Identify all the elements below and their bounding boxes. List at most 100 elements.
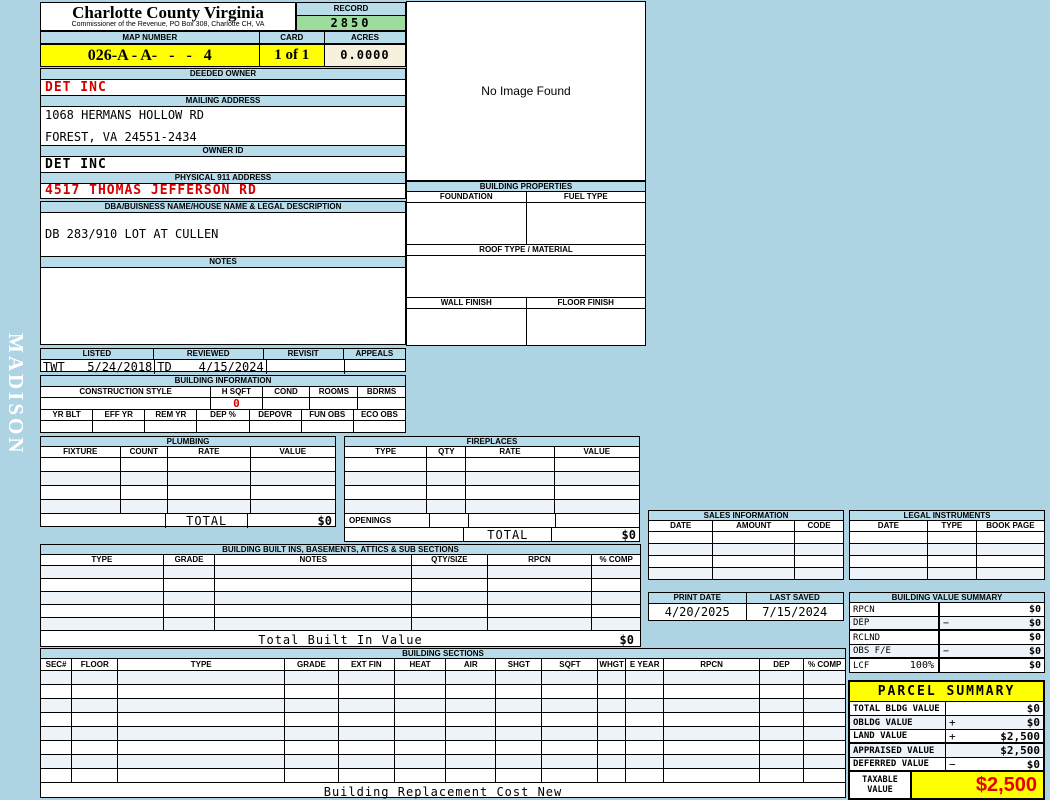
obs-row: OBS F/E − $0 [850, 645, 1044, 659]
construction-style-value [41, 398, 212, 409]
land-value-value: $2,500 [1000, 729, 1040, 743]
openings-row: OPENINGS [345, 514, 639, 528]
building-properties-panel: BUILDING PROPERTIES FOUNDATION FUEL TYPE… [406, 181, 646, 346]
sales-panel: SALES INFORMATION DATE AMOUNT CODE [648, 510, 844, 580]
obs-value: $0 [1028, 645, 1041, 657]
last-saved-value: 7/15/2024 [762, 605, 828, 619]
obldg-op: + [949, 716, 956, 729]
bs-heat-header: HEAT [395, 659, 447, 670]
bs-rpcn-header: RPCN [664, 659, 760, 670]
map-number-value: 026-A - A- - - 4 [41, 45, 260, 66]
legal-type-header: TYPE [928, 521, 977, 531]
appraised-label: APPRAISED VALUE [853, 745, 935, 756]
roof-type-value [407, 256, 645, 298]
appraised-value: $2,500 [1000, 744, 1040, 757]
building-sections-header: BUILDING SECTIONS [41, 649, 845, 659]
lcf-row: LCF 100% $0 [850, 659, 1044, 672]
fireplaces-total-row: TOTAL $0 [345, 528, 639, 542]
notes-area [41, 268, 405, 344]
built-ins-total-label: Total Built In Value [258, 633, 423, 647]
bi-rpcn-header: RPCN [488, 555, 593, 565]
lcf-pct: 100% [909, 660, 934, 671]
acres-label: ACRES [350, 33, 379, 42]
bs-sqft-header: SQFT [542, 659, 599, 670]
built-ins-total-row: Total Built In Value $0 [41, 631, 640, 647]
hsqft-header: H SQFT [211, 387, 263, 397]
depovr-value [250, 421, 302, 432]
mailing-address-header: MAILING ADDRESS [41, 96, 405, 107]
yrblt-value [41, 421, 94, 432]
bi-type-header: TYPE [41, 555, 164, 565]
card-value: 1 of 1 [259, 45, 325, 66]
fuel-type-value [527, 203, 646, 244]
deeded-owner-header: DEEDED OWNER [41, 69, 405, 80]
building-info-header: BUILDING INFORMATION [41, 376, 405, 387]
dep-value: $0 [1028, 617, 1041, 629]
owner-id-header: OWNER ID [41, 146, 405, 157]
plumbing-panel: PLUMBING FIXTURE COUNT RATE VALUE TOTAL … [40, 436, 336, 528]
bs-floor-header: FLOOR [72, 659, 119, 670]
bi-grade-header: GRADE [164, 555, 216, 565]
land-value-op: + [949, 729, 956, 743]
appraised-row: APPRAISED VALUE $2,500 [850, 744, 1043, 758]
reviewed-value: TD 4/15/2024 [155, 360, 267, 374]
owner-panel: DEEDED OWNER DET INC MAILING ADDRESS 106… [40, 68, 406, 199]
appeals-header: APPEALS [355, 349, 394, 358]
physical-address-value: 4517 THOMAS JEFFERSON RD [45, 183, 257, 198]
obldg-label: OBLDG VALUE [853, 717, 913, 728]
obs-label: OBS F/E [853, 646, 891, 656]
listed-by: TWT [43, 360, 65, 374]
legal-description-panel: DBA/BUISNESS NAME/HOUSE NAME & LEGAL DES… [40, 201, 406, 345]
deeded-owner-value: DET INC [41, 80, 405, 96]
revisit-value [267, 360, 346, 374]
effyr-value [93, 421, 146, 432]
parcel-summary-header: PARCEL SUMMARY [850, 682, 1043, 702]
record-value: 2850 [297, 16, 405, 30]
taxable-value: $2,500 [912, 772, 1043, 798]
bs-sec-header: SEC# [41, 659, 73, 670]
building-sections-panel: BUILDING SECTIONS SEC# FLOOR TYPE GRADE … [40, 648, 846, 799]
cond-value [263, 398, 311, 409]
construction-style-header: CONSTRUCTION STYLE [41, 387, 212, 397]
replacement-cost-label: Building Replacement Cost New [323, 785, 563, 799]
sales-empty-rows [649, 532, 843, 579]
lcf-label: LCF [853, 660, 870, 671]
record-label: RECORD [297, 3, 405, 16]
review-panel: LISTED REVIEWED REVISIT APPEALS TWT 5/24… [40, 348, 406, 374]
bs-grade-header: GRADE [285, 659, 339, 670]
bs-eyear-header: E YEAR [626, 659, 665, 670]
rclnd-row: RCLND $0 [850, 631, 1044, 645]
obldg-value: $0 [1026, 716, 1040, 729]
map-value-row: 026-A - A- - - 4 1 of 1 0.0000 [40, 44, 406, 67]
print-date-header: PRINT DATE [649, 593, 747, 603]
rpcn-label: RPCN [853, 604, 875, 615]
bs-dep-header: DEP [760, 659, 805, 670]
appeals-value [345, 360, 405, 374]
owner-id-value: DET INC [41, 157, 405, 173]
value-header: VALUE [279, 447, 307, 456]
plumbing-total-label: TOTAL [166, 514, 249, 528]
wall-finish-header: WALL FINISH [407, 298, 527, 308]
wall-floor-values [407, 309, 645, 345]
funobs-value [302, 421, 354, 432]
total-bldg-value: $0 [1026, 702, 1040, 715]
yrblt-header: YR BLT [41, 410, 94, 420]
reviewed-header: REVIEWED [154, 349, 264, 359]
dates-panel: PRINT DATE LAST SAVED 4/20/2025 7/15/202… [648, 592, 844, 621]
legal-panel: LEGAL INSTRUMENTS DATE TYPE BOOK PAGE [849, 510, 1045, 580]
acres-value: 0.0000 [324, 45, 405, 66]
deferred-op: − [949, 757, 956, 771]
value-summary-panel: BUILDING VALUE SUMMARY RPCN $0 DEP − $0 R… [849, 592, 1045, 673]
floor-finish-header: FLOOR FINISH [557, 298, 614, 307]
legal-empty-rows [850, 532, 1044, 579]
dep-label: DEP [853, 618, 870, 628]
sales-code-header: CODE [807, 521, 831, 530]
sales-amount-header: AMOUNT [713, 521, 795, 531]
building-properties-header: BUILDING PROPERTIES [407, 182, 645, 192]
reviewed-date: 4/15/2024 [198, 360, 264, 374]
deferred-label: DEFERRED VALUE [853, 759, 929, 769]
built-ins-header: BUILDING BUILT INS, BASEMENTS, ATTICS & … [41, 545, 640, 555]
notes-header: NOTES [41, 257, 405, 268]
plumbing-empty-rows [41, 458, 335, 514]
lcf-value: $0 [1028, 660, 1041, 671]
